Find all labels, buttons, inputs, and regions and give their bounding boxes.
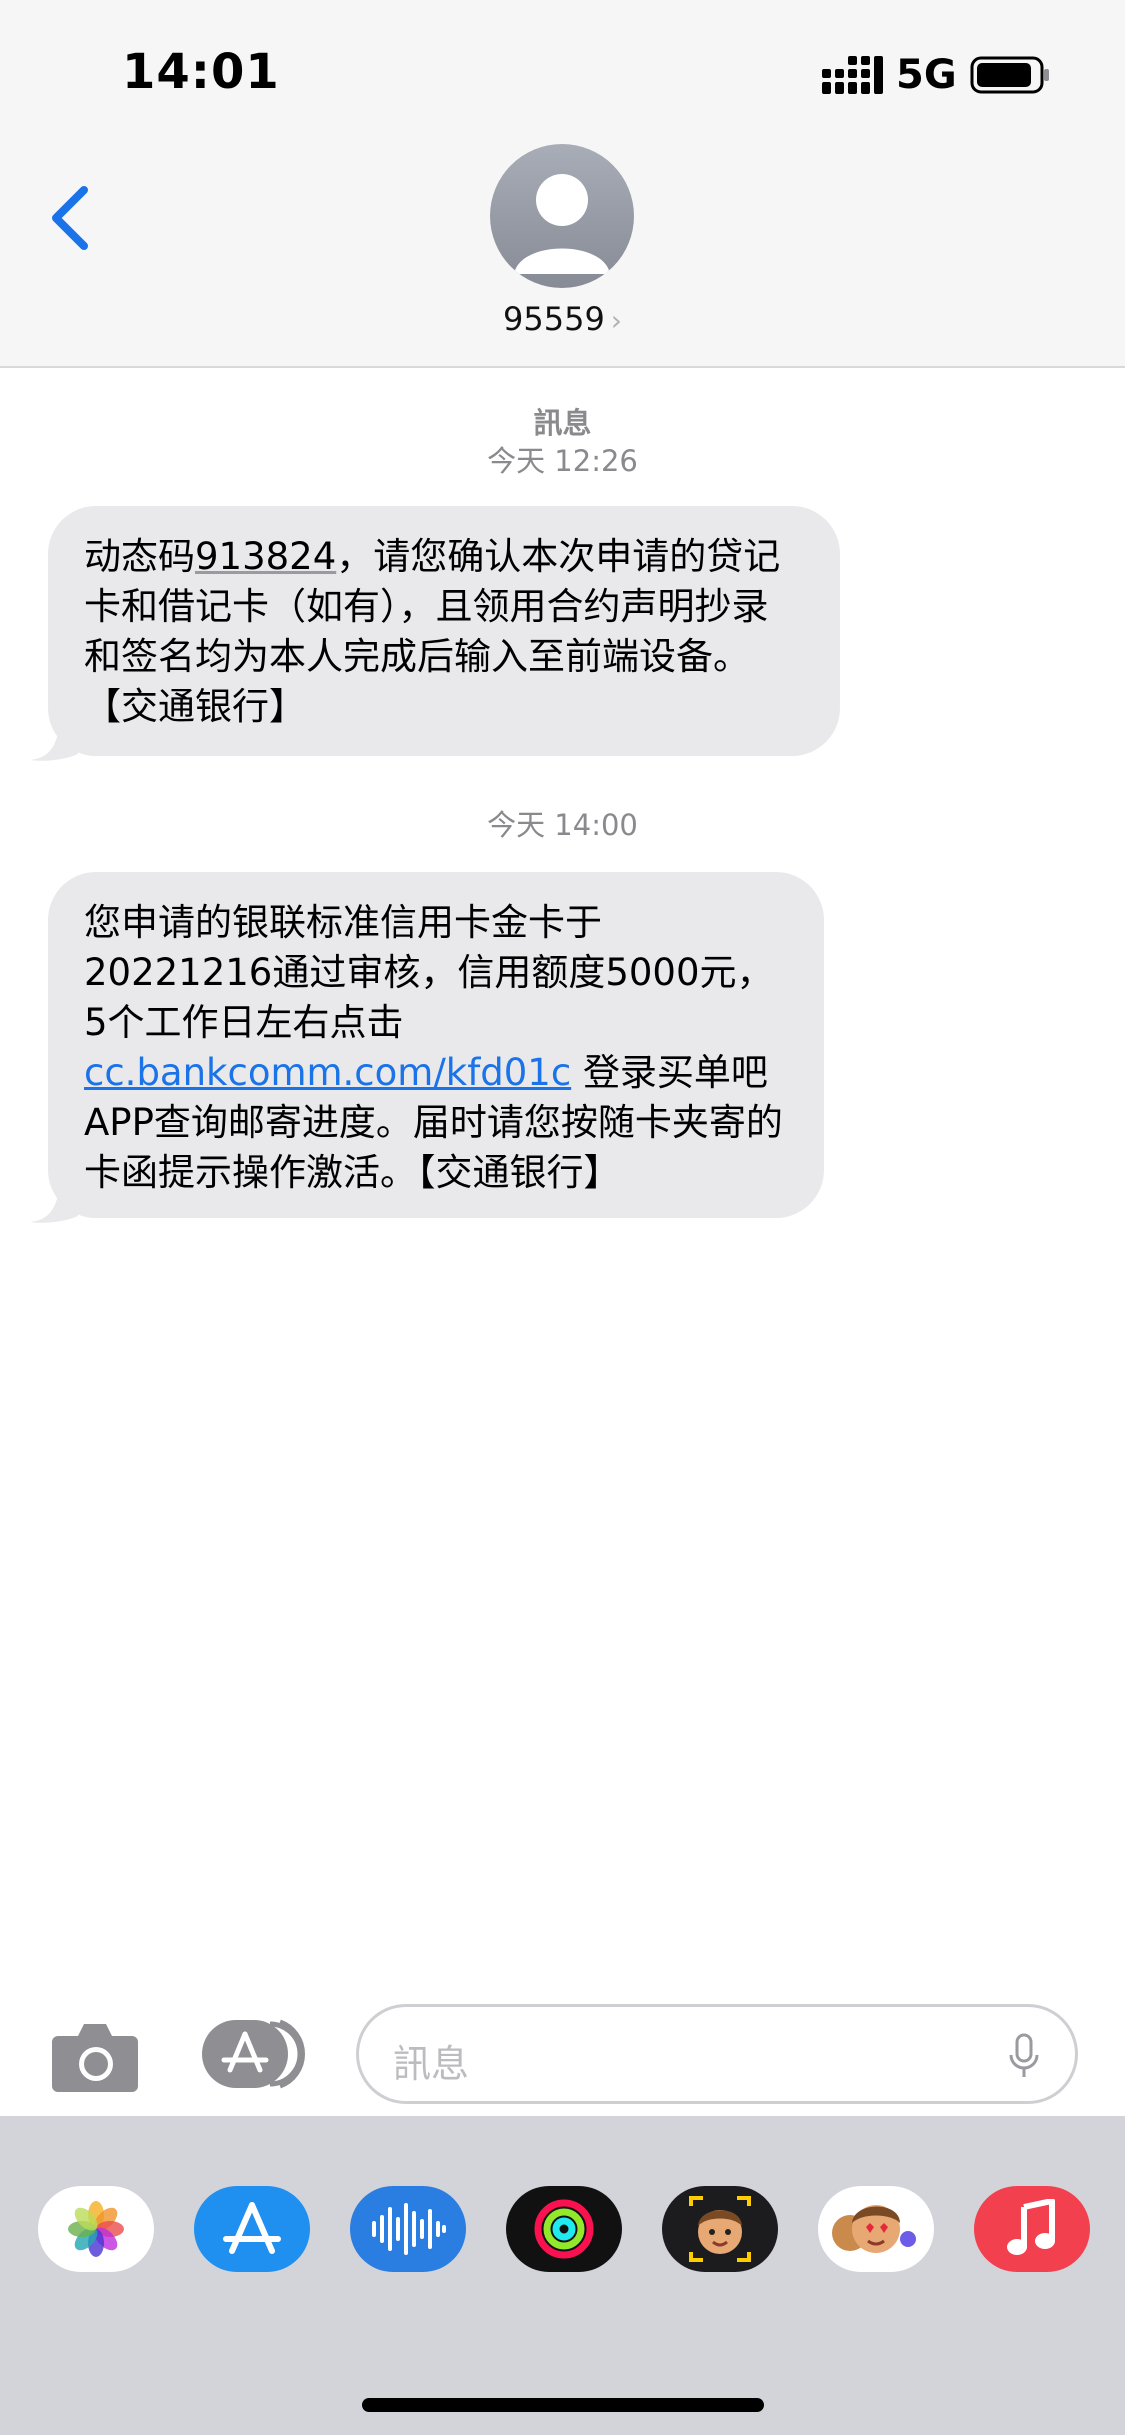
timestamp-2: 今天 14:00 — [487, 808, 638, 842]
music-note-icon[interactable] — [974, 2186, 1090, 2272]
conversation-header: 14:01 5G 95559 › — [0, 0, 1125, 368]
activity-rings-icon[interactable] — [506, 2186, 622, 2272]
photos-app-icon[interactable] — [38, 2186, 154, 2272]
app-store-toggle-icon[interactable] — [200, 2018, 308, 2090]
message-link[interactable]: cc.bankcomm.com/kfd01c — [84, 1051, 571, 1094]
message-input[interactable]: 訊息 — [356, 2004, 1078, 2104]
contact-avatar[interactable] — [490, 144, 634, 288]
imessage-app-strip — [0, 2116, 1125, 2435]
app-store-icon[interactable] — [194, 2186, 310, 2272]
microphone-icon[interactable] — [1007, 2033, 1041, 2079]
memoji-icon[interactable] — [662, 2186, 778, 2272]
audio-waveform-icon[interactable] — [350, 2186, 466, 2272]
message-text: 动态码 — [84, 535, 195, 578]
timestamp-1: 今天 12:26 — [487, 444, 638, 478]
bubble-tail — [30, 718, 78, 761]
contact-name-row[interactable]: 95559 › — [0, 300, 1125, 338]
verification-code[interactable]: 913824 — [195, 535, 336, 578]
contact-name: 95559 — [503, 300, 605, 338]
memoji-stickers-icon[interactable] — [818, 2186, 934, 2272]
camera-icon[interactable] — [50, 2018, 140, 2094]
back-chevron-icon[interactable] — [40, 180, 100, 256]
message-bubble[interactable]: 您申请的银联标准信用卡金卡于20221216通过审核，信用额度5000元，5个工… — [48, 872, 824, 1218]
home-indicator[interactable] — [362, 2398, 764, 2412]
network-type: 5G — [896, 52, 957, 98]
message-bubble[interactable]: 动态码913824，请您确认本次申请的贷记卡和借记卡（如有），且领用合约声明抄录… — [48, 506, 840, 756]
status-time: 14:01 — [122, 44, 280, 100]
person-icon — [514, 174, 610, 274]
service-label: 訊息 — [533, 406, 592, 440]
bubble-tail — [30, 1180, 78, 1223]
cellular-signal-icon — [822, 56, 883, 94]
message-text: 您申请的银联标准信用卡金卡于20221216通过审核，信用额度5000元，5个工… — [84, 901, 774, 1044]
battery-icon — [970, 56, 1049, 94]
message-timestamp: 訊息 今天 12:26 — [0, 404, 1125, 480]
input-placeholder: 訊息 — [393, 2042, 470, 2086]
chevron-right-icon: › — [610, 304, 622, 337]
